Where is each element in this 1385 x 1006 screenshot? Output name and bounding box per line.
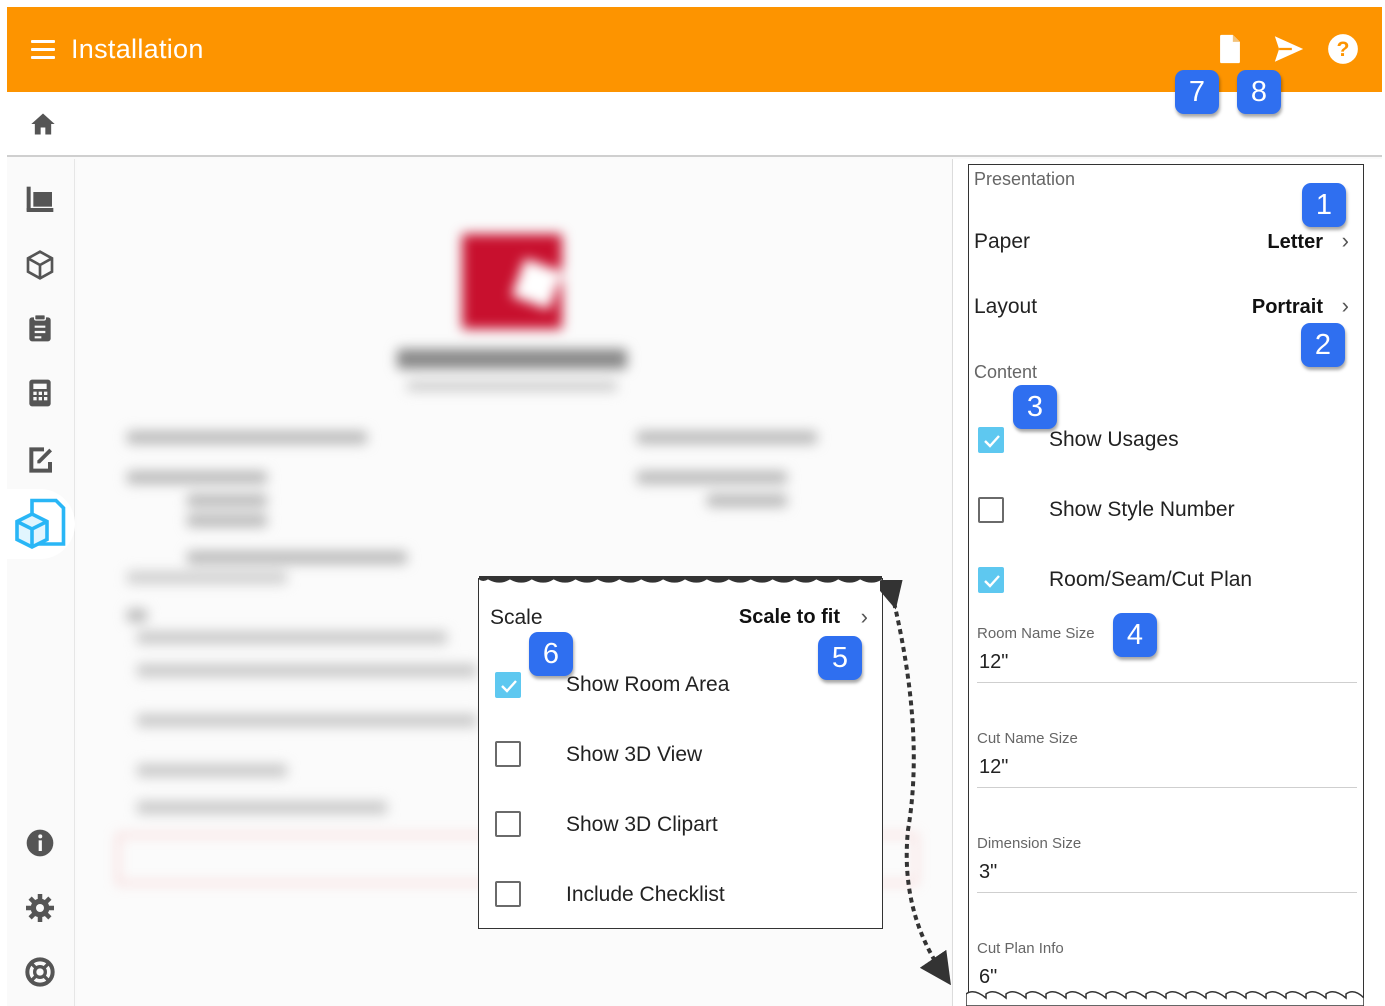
layout-label: Layout <box>974 295 1038 318</box>
room-name-size-value: 12" <box>979 651 1009 673</box>
scale-value: Scale to fit <box>738 606 840 628</box>
sidebar <box>7 159 75 1006</box>
paper-row[interactable]: Paper Letter › <box>969 220 1363 270</box>
help-icon[interactable]: ? <box>1326 32 1360 66</box>
scale-options-popup: Scale Scale to fit › Show Room Area Show… <box>478 576 883 929</box>
badge-5: 5 <box>818 636 862 680</box>
settings-icon[interactable] <box>24 892 56 924</box>
dimension-size-value: 3" <box>979 861 998 883</box>
include-checklist-checkbox[interactable] <box>495 881 521 907</box>
calculator-icon[interactable] <box>24 377 56 409</box>
show-usages-label: Show Usages <box>1049 428 1179 451</box>
field-underline <box>977 682 1357 683</box>
chevron-right-icon: › <box>1341 228 1349 253</box>
svg-text:?: ? <box>1337 37 1350 61</box>
torn-edge <box>479 576 882 583</box>
show-3d-view-label: Show 3D View <box>566 743 703 766</box>
show-3d-clipart-label: Show 3D Clipart <box>566 813 718 836</box>
badge-3: 3 <box>1013 385 1057 429</box>
connector-arrow <box>880 580 951 985</box>
support-icon[interactable] <box>24 956 56 988</box>
settings-panel: Presentation Paper Letter › Layout Portr… <box>952 159 1382 1006</box>
paper-value: Letter <box>1267 231 1323 253</box>
room-name-size-field[interactable]: Room Name Size 12" <box>969 620 1363 685</box>
settings-panel-card: Presentation Paper Letter › Layout Portr… <box>968 164 1364 1006</box>
include-checklist-label: Include Checklist <box>566 883 725 906</box>
show-style-number-label: Show Style Number <box>1049 498 1235 521</box>
menu-icon[interactable] <box>31 40 55 60</box>
badge-4: 4 <box>1113 613 1157 657</box>
badge-8: 8 <box>1237 70 1281 114</box>
cut-name-size-label: Cut Name Size <box>977 730 1078 747</box>
cut-name-size-field[interactable]: Cut Name Size 12" <box>969 725 1363 790</box>
show-3d-clipart-checkbox[interactable] <box>495 811 521 837</box>
show-room-area-checkbox[interactable] <box>495 672 521 698</box>
send-icon[interactable] <box>1272 32 1306 66</box>
show-style-number-checkbox[interactable] <box>978 497 1004 523</box>
dimension-size-field[interactable]: Dimension Size 3" <box>969 830 1363 895</box>
chevron-right-icon: › <box>860 604 868 629</box>
torn-edge <box>966 991 1364 1006</box>
badge-2: 2 <box>1301 323 1345 367</box>
cut-plan-info-value: 6" <box>979 966 998 988</box>
edit-document-icon[interactable] <box>24 442 56 474</box>
chevron-right-icon: › <box>1341 293 1349 318</box>
presentation-title: Presentation <box>974 169 1076 189</box>
installation-icon[interactable] <box>11 496 71 556</box>
scale-label: Scale <box>490 606 543 629</box>
cut-plan-info-label: Cut Plan Info <box>977 940 1064 957</box>
clipboard-icon[interactable] <box>24 312 56 344</box>
show-3d-view-checkbox[interactable] <box>495 741 521 767</box>
document-icon[interactable] <box>1213 32 1247 66</box>
show-usages-checkbox[interactable] <box>978 427 1004 453</box>
info-icon[interactable] <box>24 827 56 859</box>
field-underline <box>977 892 1357 893</box>
badge-6: 6 <box>529 632 573 676</box>
paper-label: Paper <box>974 230 1031 253</box>
layout-value: Portrait <box>1251 296 1323 318</box>
room-seam-cut-plan-label: Room/Seam/Cut Plan <box>1049 568 1253 591</box>
show-room-area-label: Show Room Area <box>566 673 730 696</box>
layers-icon[interactable] <box>24 184 56 216</box>
dimension-size-label: Dimension Size <box>977 835 1082 852</box>
room-name-size-label: Room Name Size <box>977 625 1095 642</box>
app-title: Installation <box>71 34 204 64</box>
content-title: Content <box>974 362 1038 382</box>
cut-name-size-value: 12" <box>979 756 1009 778</box>
cube-icon[interactable] <box>24 249 56 281</box>
badge-7: 7 <box>1175 70 1219 114</box>
home-icon[interactable] <box>29 110 57 138</box>
room-seam-cut-plan-checkbox[interactable] <box>978 567 1004 593</box>
field-underline <box>977 787 1357 788</box>
badge-1: 1 <box>1302 183 1346 227</box>
